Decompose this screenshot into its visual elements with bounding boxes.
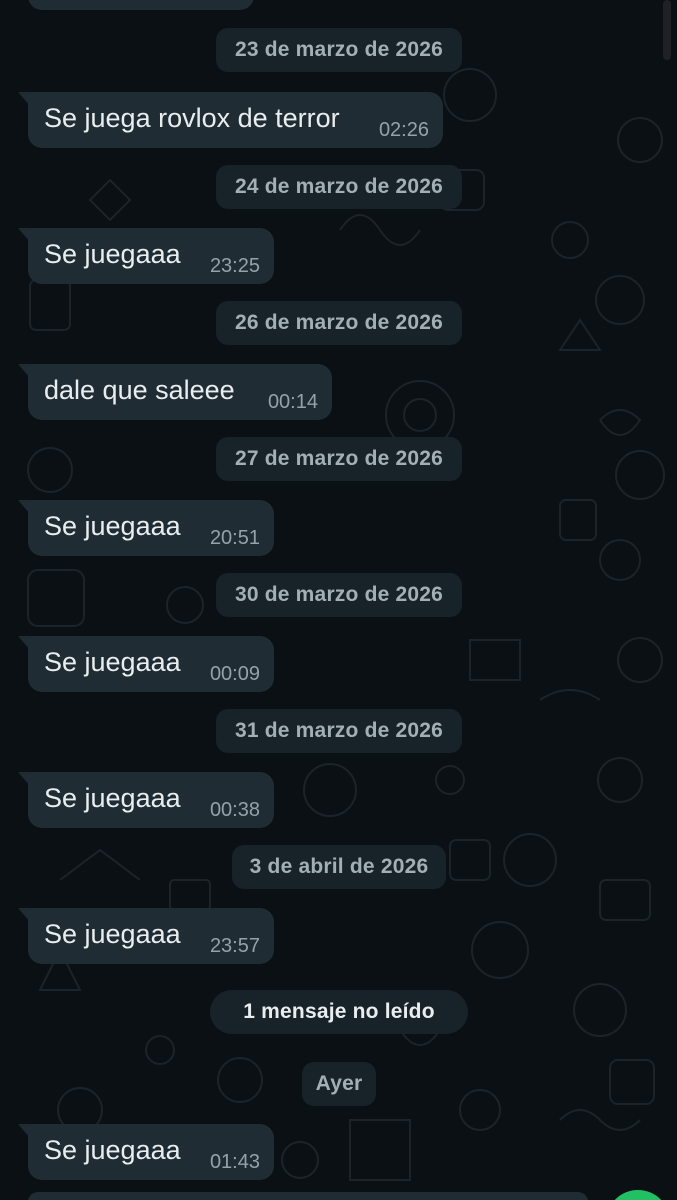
message-bubble[interactable]: Se juegaaa 00:38 — [18, 772, 274, 828]
date-separator: 31 de marzo de 2026 — [216, 709, 462, 753]
chat-view[interactable]: 23 de marzo de 2026 Se juega rovlox de t… — [0, 0, 677, 1200]
date-separator: 23 de marzo de 2026 — [216, 28, 462, 72]
message-time: 23:57 — [209, 935, 260, 957]
date-separator: 27 de marzo de 2026 — [216, 437, 462, 481]
message-bubble[interactable]: Se juegaaa 23:57 — [18, 908, 274, 964]
message-time: 01:43 — [209, 1151, 260, 1173]
message-text: Se juegaaa — [44, 783, 181, 813]
bubble-tail-icon — [18, 228, 30, 242]
message-text: Se juegaaa — [44, 239, 181, 269]
message-text: Se juegaaa — [44, 511, 181, 541]
message-text: dale que saleee — [44, 375, 235, 405]
message-text: Se juegaaa — [44, 647, 181, 677]
message-bubble[interactable]: Se juega rovlox de terror 02:26 — [18, 92, 443, 148]
next-message-bubble[interactable] — [28, 1192, 588, 1200]
bubble-tail-icon — [18, 1124, 30, 1138]
bubble-tail-icon — [18, 636, 30, 650]
previous-message-bubble[interactable] — [28, 0, 254, 10]
message-bubble[interactable]: Se juegaaa 01:43 — [18, 1124, 274, 1180]
bubble-tail-icon — [18, 908, 30, 922]
date-separator: 3 de abril de 2026 — [232, 845, 446, 889]
message-time: 00:09 — [209, 663, 260, 685]
green-action-button-icon[interactable] — [606, 1190, 670, 1200]
date-separator: 30 de marzo de 2026 — [216, 573, 462, 617]
message-text: Se juegaaa — [44, 1135, 181, 1165]
date-separator: Ayer — [302, 1062, 376, 1106]
message-time: 23:25 — [209, 255, 260, 277]
unread-messages-banner: 1 mensaje no leído — [210, 990, 468, 1034]
message-bubble[interactable]: Se juegaaa 00:09 — [18, 636, 274, 692]
message-time: 02:26 — [378, 119, 429, 141]
message-time: 00:14 — [267, 391, 318, 413]
bubble-tail-icon — [18, 92, 30, 106]
message-text: Se juega rovlox de terror — [44, 103, 340, 133]
scrollbar-thumb[interactable] — [663, 0, 671, 60]
message-text: Se juegaaa — [44, 919, 181, 949]
message-time: 00:38 — [209, 799, 260, 821]
message-bubble[interactable]: Se juegaaa 23:25 — [18, 228, 274, 284]
message-bubble[interactable]: Se juegaaa 20:51 — [18, 500, 274, 556]
date-separator: 24 de marzo de 2026 — [216, 165, 462, 209]
message-bubble[interactable]: dale que saleee 00:14 — [18, 364, 332, 420]
bubble-tail-icon — [18, 500, 30, 514]
bubble-tail-icon — [18, 364, 30, 378]
date-separator: 26 de marzo de 2026 — [216, 301, 462, 345]
bubble-tail-icon — [18, 772, 30, 786]
message-time: 20:51 — [209, 527, 260, 549]
